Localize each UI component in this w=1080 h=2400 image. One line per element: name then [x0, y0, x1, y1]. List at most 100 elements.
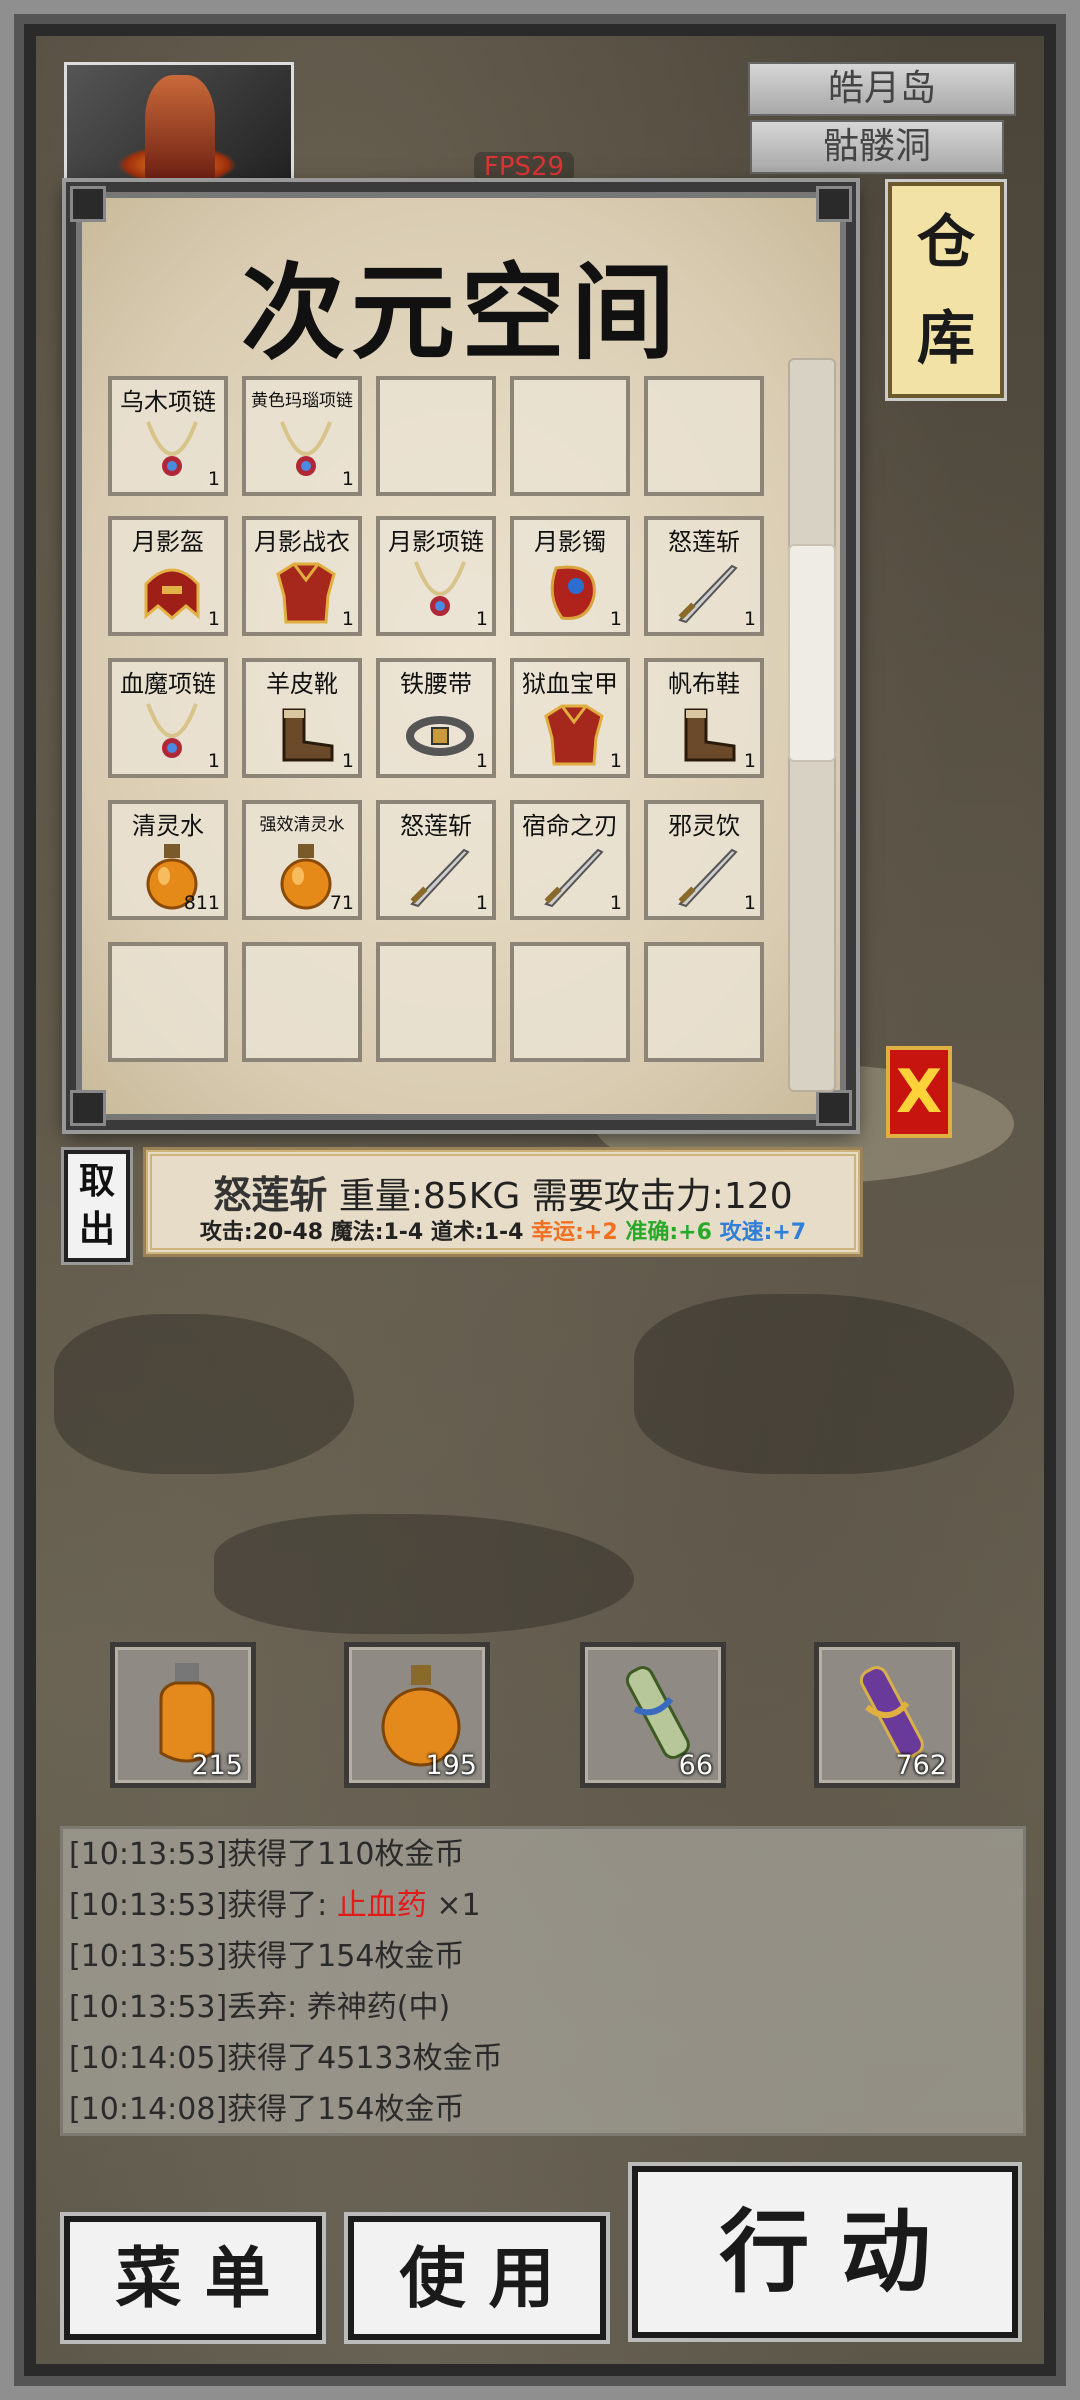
item-count: 1 — [743, 608, 756, 630]
scrollbar-thumb[interactable] — [788, 544, 836, 762]
log-text: 获得了154枚金币 — [227, 2092, 465, 2127]
item-count: 1 — [341, 468, 354, 490]
item-info-line1: 怒莲斩 重量:85KG 需要攻击力:120 — [152, 1164, 854, 1219]
location-map: 骷髅洞 — [750, 120, 1004, 174]
warehouse-tab-label: 仓库 — [916, 208, 975, 372]
item-accuracy: 准确:+6 — [625, 1220, 712, 1245]
close-button[interactable]: X — [886, 1046, 952, 1138]
log-line: [10:13:53]获得了: 止血药 ×1 — [63, 1880, 1023, 1931]
inventory-slot[interactable]: 月影项链 1 — [376, 516, 496, 636]
empty-slot[interactable] — [644, 942, 764, 1062]
inventory-slot[interactable]: 黄色玛瑙项链 1 — [242, 376, 362, 496]
inventory-slot[interactable]: 乌木项链 1 — [108, 376, 228, 496]
bracelet-icon — [538, 556, 610, 628]
location-region: 皓月岛 — [748, 62, 1016, 116]
quick-slot[interactable]: 762 — [814, 1642, 960, 1788]
item-name-label: 强效清灵水 — [259, 815, 345, 835]
log-time: [10:13:53] — [69, 1837, 228, 1872]
log-highlight: 止血药 — [336, 1888, 427, 1923]
item-name-label: 月影项链 — [388, 528, 484, 556]
item-count: 1 — [743, 892, 756, 914]
item-name-label: 月影战衣 — [254, 528, 350, 556]
item-name-label: 血魔项链 — [120, 670, 216, 698]
inventory-slot[interactable]: 月影镯 1 — [510, 516, 630, 636]
quick-slot-count: 66 — [678, 1750, 713, 1781]
sword-icon — [538, 840, 610, 912]
belt-icon — [404, 698, 476, 770]
inventory-slot[interactable]: 怒莲斩 1 — [376, 800, 496, 920]
log-text: 获得了45133枚金币 — [227, 2041, 503, 2076]
log-line: [10:14:05]获得了45133枚金币 — [63, 2033, 1023, 2084]
item-count: 1 — [207, 468, 220, 490]
inventory-slot[interactable]: 月影盔 1 — [108, 516, 228, 636]
item-name-label: 月影盔 — [132, 528, 204, 556]
sword-icon — [672, 556, 744, 628]
inventory-slot[interactable]: 怒莲斩 1 — [644, 516, 764, 636]
item-name-label: 宿命之刃 — [522, 812, 618, 840]
empty-slot[interactable] — [376, 942, 496, 1062]
necklace-icon — [404, 556, 476, 628]
item-luck: 幸运:+2 — [531, 1220, 618, 1245]
panel-corner — [816, 1090, 852, 1126]
item-count: 1 — [207, 608, 220, 630]
panel-corner — [70, 1090, 106, 1126]
item-name-label: 乌木项链 — [120, 388, 216, 416]
take-out-button[interactable]: 取出 — [64, 1150, 130, 1262]
log-time: [10:13:53] — [69, 1939, 228, 1974]
inventory-slot[interactable]: 铁腰带 1 — [376, 658, 496, 778]
item-name-label: 月影镯 — [534, 528, 606, 556]
item-weight: 重量:85KG — [338, 1176, 521, 1217]
empty-slot[interactable] — [242, 942, 362, 1062]
inventory-slot[interactable]: 狱血宝甲 1 — [510, 658, 630, 778]
quick-slot-count: 195 — [425, 1750, 477, 1781]
quick-slot-count: 215 — [191, 1750, 243, 1781]
item-name-label: 羊皮靴 — [266, 670, 338, 698]
boots-icon — [672, 698, 744, 770]
panel-corner — [816, 186, 852, 222]
item-name-label: 狱血宝甲 — [522, 670, 618, 698]
ground-rock — [634, 1294, 1014, 1474]
item-count: 1 — [475, 750, 488, 772]
log-suffix: ×1 — [426, 1888, 481, 1923]
action-button[interactable]: 行 动 — [632, 2166, 1018, 2338]
log-text: 获得了154枚金币 — [227, 1939, 465, 1974]
quick-slot[interactable]: 66 — [580, 1642, 726, 1788]
quick-slot[interactable]: 215 — [110, 1642, 256, 1788]
necklace-icon — [136, 698, 208, 770]
quick-slot-count: 762 — [895, 1750, 947, 1781]
empty-slot[interactable] — [510, 942, 630, 1062]
item-name: 怒莲斩 — [213, 1173, 328, 1217]
quick-slot[interactable]: 195 — [344, 1642, 490, 1788]
fps-counter: FPS29 — [474, 152, 574, 182]
inventory-slot[interactable]: 邪灵饮 1 — [644, 800, 764, 920]
empty-slot[interactable] — [644, 376, 764, 496]
inventory-slot[interactable]: 帆布鞋 1 — [644, 658, 764, 778]
item-count: 1 — [609, 892, 622, 914]
boots-icon — [270, 698, 342, 770]
use-button[interactable]: 使 用 — [348, 2216, 606, 2340]
item-requirement: 需要攻击力:120 — [531, 1176, 793, 1217]
item-count: 1 — [341, 750, 354, 772]
armor-icon — [270, 556, 342, 628]
player-avatar[interactable] — [64, 62, 294, 188]
empty-slot[interactable] — [510, 376, 630, 496]
inventory-slot[interactable]: 月影战衣 1 — [242, 516, 362, 636]
necklace-icon — [270, 416, 342, 488]
sword-icon — [672, 840, 744, 912]
item-name-label: 黄色玛瑙项链 — [251, 391, 353, 411]
log-time: [10:14:08] — [69, 2092, 228, 2127]
menu-button[interactable]: 菜 单 — [64, 2216, 322, 2340]
armor-icon — [538, 698, 610, 770]
empty-slot[interactable] — [108, 942, 228, 1062]
inventory-slot[interactable]: 强效清灵水 71 — [242, 800, 362, 920]
inventory-slot[interactable]: 羊皮靴 1 — [242, 658, 362, 778]
warehouse-tab-button[interactable]: 仓库 — [888, 182, 1004, 398]
empty-slot[interactable] — [376, 376, 496, 496]
item-name-label: 铁腰带 — [400, 670, 472, 698]
log-text: 获得了110枚金币 — [227, 1837, 465, 1872]
inventory-slot[interactable]: 宿命之刃 1 — [510, 800, 630, 920]
inventory-slot[interactable]: 清灵水 811 — [108, 800, 228, 920]
panel-corner — [70, 186, 106, 222]
log-line: [10:13:53]获得了154枚金币 — [63, 1931, 1023, 1982]
inventory-slot[interactable]: 血魔项链 1 — [108, 658, 228, 778]
